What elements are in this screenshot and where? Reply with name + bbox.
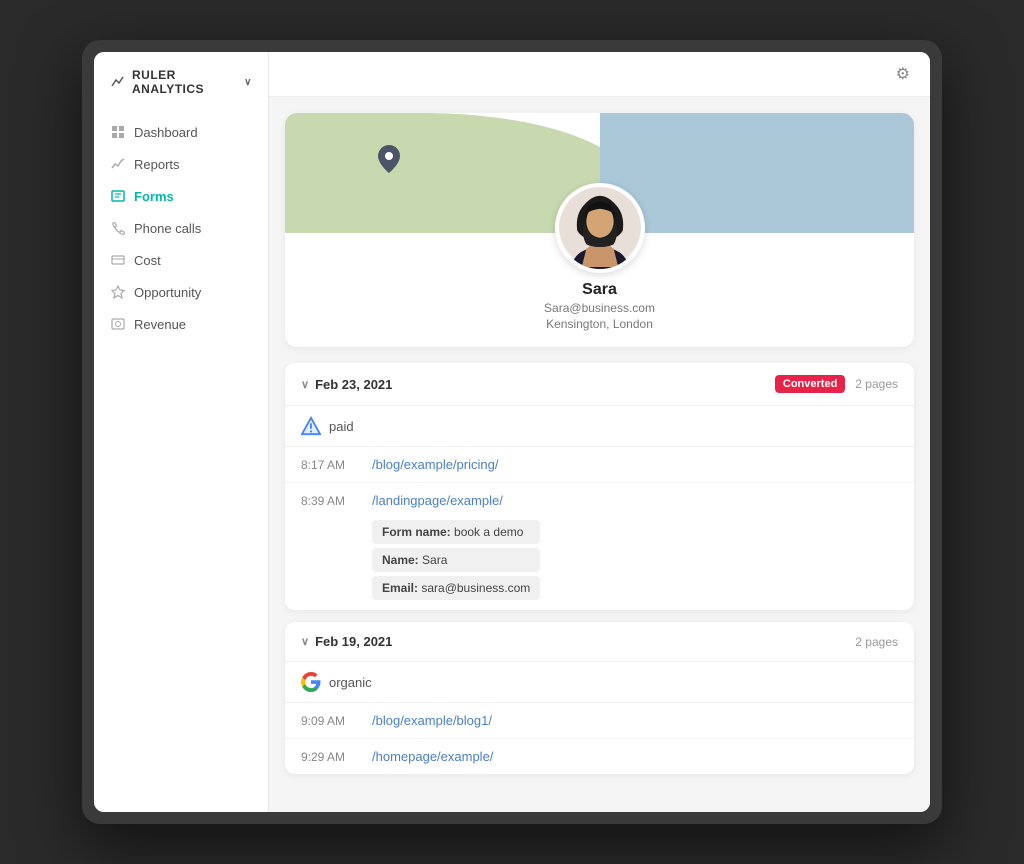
session-source-1-label: paid	[329, 419, 354, 434]
session-meta-1: Converted 2 pages	[775, 375, 898, 393]
form-name-field-value: Sara	[422, 553, 447, 567]
sessions-area: ∨ Feb 23, 2021 Converted 2 pages	[285, 363, 914, 774]
google-icon	[301, 672, 321, 692]
sidebar-logo[interactable]: RULER ANALYTICS ∨	[94, 68, 268, 116]
main-header: ⚙	[269, 52, 930, 97]
sidebar: RULER ANALYTICS ∨ Dashboard Reports	[94, 52, 269, 812]
profile-card: Sara Sara@business.com Kensington, Londo…	[285, 113, 914, 347]
revenue-icon	[110, 316, 126, 332]
sidebar-item-opportunity[interactable]: Opportunity	[94, 276, 268, 308]
session-source-2-label: organic	[329, 675, 372, 690]
sidebar-item-cost-label: Cost	[134, 253, 161, 268]
brand-name: RULER ANALYTICS	[132, 68, 238, 96]
session-row-2-2: 9:29 AM /homepage/example/	[285, 739, 914, 774]
session-date-2: ∨ Feb 19, 2021	[301, 634, 392, 649]
form-name-field-label: Name:	[382, 553, 419, 567]
settings-icon[interactable]: ⚙	[896, 64, 910, 84]
sidebar-item-forms[interactable]: Forms	[94, 180, 268, 212]
session-pages-2: 2 pages	[855, 635, 898, 649]
session-date-2-label: Feb 19, 2021	[315, 634, 392, 649]
session-time-2-2: 9:29 AM	[301, 749, 356, 764]
session-meta-2: 2 pages	[855, 635, 898, 649]
form-email-label: Email:	[382, 581, 418, 595]
session-date-1: ∨ Feb 23, 2021	[301, 377, 392, 392]
session-time-1-2: 8:39 AM	[301, 493, 356, 508]
location-pin-icon	[375, 143, 403, 181]
profile-email: Sara@business.com	[544, 301, 655, 315]
app-window: RULER ANALYTICS ∨ Dashboard Reports	[94, 52, 930, 812]
session-card-1: ∨ Feb 23, 2021 Converted 2 pages	[285, 363, 914, 610]
form-detail-name: Form name: book a demo	[372, 520, 540, 544]
opportunity-icon	[110, 284, 126, 300]
form-name-label: Form name:	[382, 525, 451, 539]
sidebar-item-reports-label: Reports	[134, 157, 180, 172]
sidebar-item-dashboard-label: Dashboard	[134, 125, 198, 140]
sidebar-item-revenue[interactable]: Revenue	[94, 308, 268, 340]
sidebar-item-opportunity-label: Opportunity	[134, 285, 201, 300]
cost-icon	[110, 252, 126, 268]
session-row-1-2: 8:39 AM /landingpage/example/ Form name:…	[285, 483, 914, 610]
google-ads-icon	[301, 416, 321, 436]
session-source-1: paid	[285, 406, 914, 447]
form-detail-email: Email: sara@business.com	[372, 576, 540, 600]
profile-avatar-wrap: Sara Sara@business.com Kensington, Londo…	[285, 183, 914, 347]
session-chevron-2[interactable]: ∨	[301, 635, 309, 648]
session-url-1-2[interactable]: /landingpage/example/	[372, 493, 503, 508]
form-details: Form name: book a demo Name: Sara Email:…	[301, 520, 540, 600]
sidebar-nav: Dashboard Reports Forms	[94, 116, 268, 340]
session-url-2-2[interactable]: /homepage/example/	[372, 749, 493, 764]
form-detail-person: Name: Sara	[372, 548, 540, 572]
avatar	[555, 183, 645, 273]
main-content: ⚙	[269, 52, 930, 812]
ruler-logo-icon	[110, 74, 126, 90]
sidebar-item-phone[interactable]: Phone calls	[94, 212, 268, 244]
reports-icon	[110, 156, 126, 172]
profile-location: Kensington, London	[546, 317, 653, 331]
session-url-1-1[interactable]: /blog/example/pricing/	[372, 457, 498, 472]
forms-icon	[110, 188, 126, 204]
session-time-1-1: 8:17 AM	[301, 457, 356, 472]
session-header-2: ∨ Feb 19, 2021 2 pages	[285, 622, 914, 662]
brand-chevron: ∨	[244, 77, 252, 88]
profile-name: Sara	[582, 281, 617, 299]
sidebar-item-revenue-label: Revenue	[134, 317, 186, 332]
session-url-2-1[interactable]: /blog/example/blog1/	[372, 713, 492, 728]
sidebar-item-reports[interactable]: Reports	[94, 148, 268, 180]
form-name-value: book a demo	[454, 525, 523, 539]
session-row-2-1: 9:09 AM /blog/example/blog1/	[285, 703, 914, 739]
form-email-value: sara@business.com	[421, 581, 530, 595]
dashboard-icon	[110, 124, 126, 140]
session-time-2-1: 9:09 AM	[301, 713, 356, 728]
sidebar-item-cost[interactable]: Cost	[94, 244, 268, 276]
sidebar-item-forms-label: Forms	[134, 189, 174, 204]
session-chevron-1[interactable]: ∨	[301, 378, 309, 391]
converted-badge: Converted	[775, 375, 845, 393]
session-row-1-1: 8:17 AM /blog/example/pricing/	[285, 447, 914, 483]
app-container: RULER ANALYTICS ∨ Dashboard Reports	[82, 40, 942, 824]
session-date-1-label: Feb 23, 2021	[315, 377, 392, 392]
session-header-1: ∨ Feb 23, 2021 Converted 2 pages	[285, 363, 914, 406]
avatar-svg	[559, 183, 641, 269]
sidebar-item-phone-label: Phone calls	[134, 221, 201, 236]
session-card-2: ∨ Feb 19, 2021 2 pages	[285, 622, 914, 774]
session-pages-1: 2 pages	[855, 377, 898, 391]
phone-icon	[110, 220, 126, 236]
session-source-2: organic	[285, 662, 914, 703]
sidebar-item-dashboard[interactable]: Dashboard	[94, 116, 268, 148]
